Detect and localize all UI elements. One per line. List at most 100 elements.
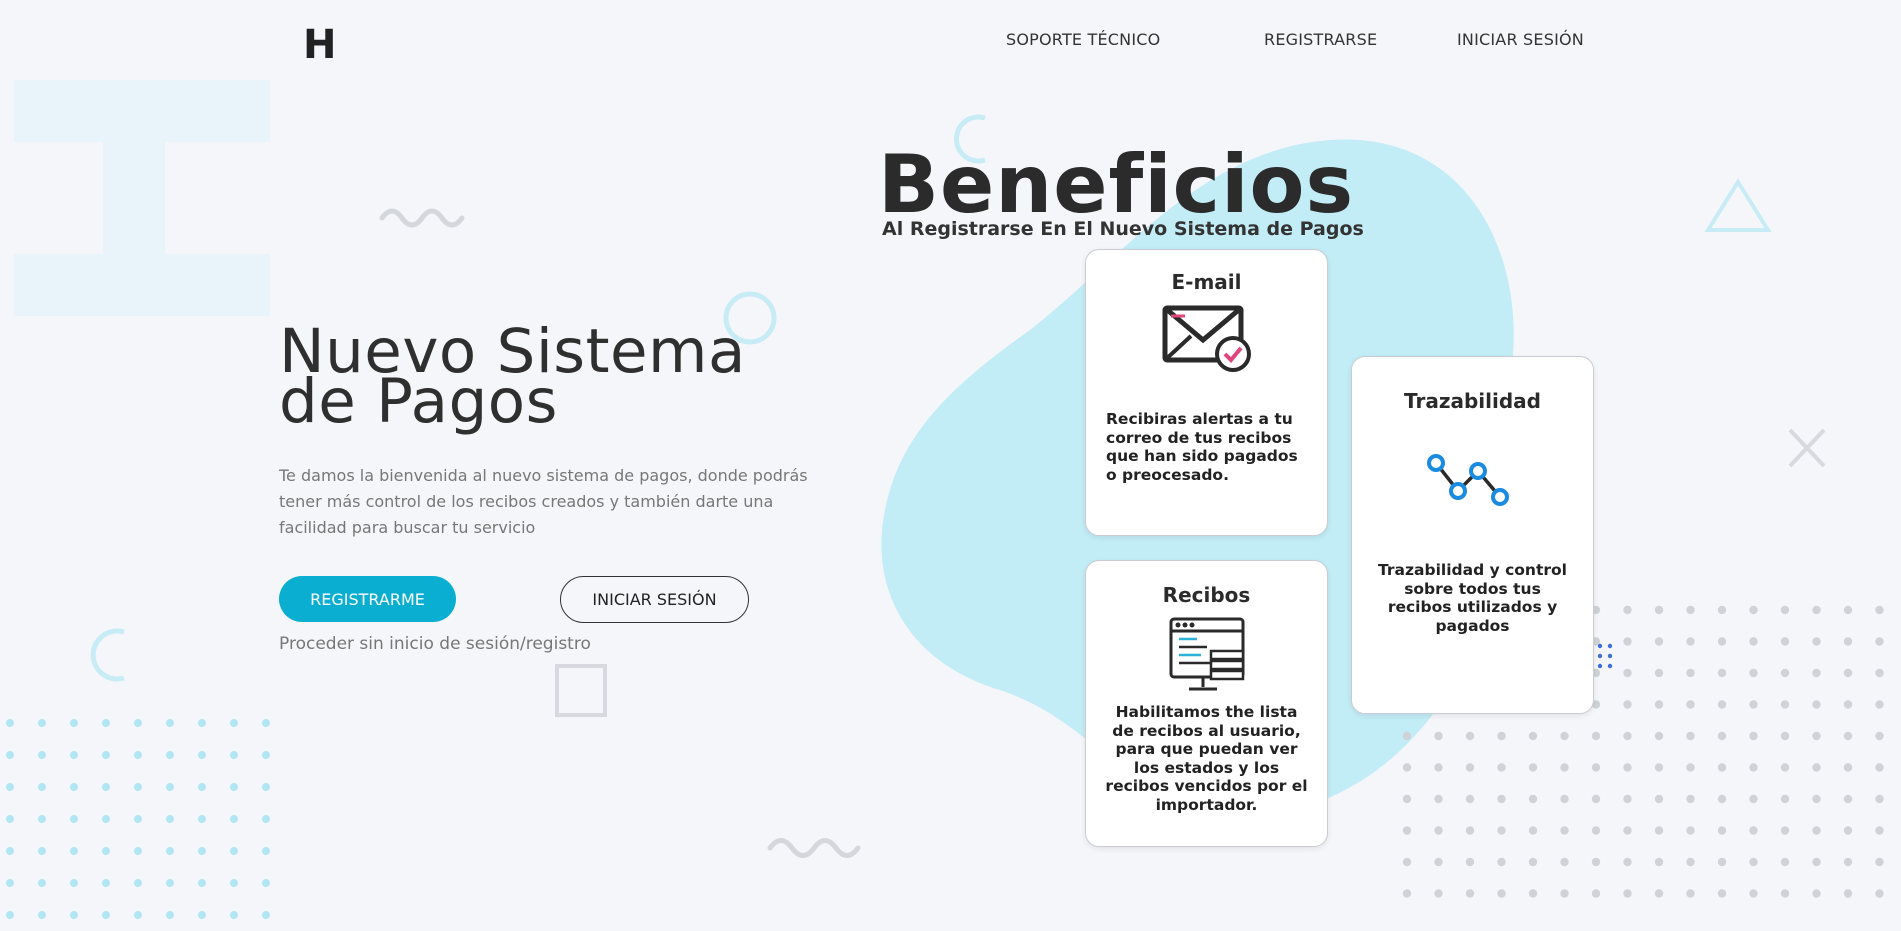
receipts-monitor-icon [1167, 617, 1247, 695]
decor-dot [198, 911, 206, 919]
register-button[interactable]: REGISTRARME [279, 576, 456, 622]
decor-dot [38, 751, 46, 759]
decor-dot [1717, 794, 1727, 804]
proceed-without-login-link[interactable]: Proceder sin inicio de sesión/registro [279, 634, 591, 654]
decor-dot [38, 847, 46, 855]
decor-dot [1749, 731, 1758, 741]
decor-dot [134, 911, 142, 919]
arc-shape [90, 628, 125, 682]
decor-dot [102, 815, 110, 823]
decor-dot [1875, 826, 1884, 835]
squiggle-shape [379, 208, 465, 228]
logo[interactable]: H [303, 22, 336, 68]
email-check-icon [1157, 302, 1257, 382]
decor-dot [1686, 731, 1695, 741]
decor-dot [1875, 637, 1884, 646]
decor-dot [1812, 889, 1821, 898]
decor-dot [1402, 763, 1412, 772]
decor-dot [1717, 668, 1727, 678]
decor-dot [1875, 700, 1884, 709]
decor-dot [6, 911, 14, 919]
x-shape [1788, 428, 1826, 468]
decor-dot [230, 847, 238, 855]
decor-dot [1780, 794, 1790, 804]
decor-dot [1402, 857, 1412, 867]
decor-dot [1717, 826, 1727, 835]
benefit-card-receipts: Recibos Habilitamos the lista de recibos… [1085, 560, 1328, 847]
decor-dot [230, 815, 238, 823]
decor-dot [134, 879, 142, 887]
decor-dot [1812, 731, 1821, 741]
decor-dot [1434, 826, 1443, 835]
decor-dot [1465, 731, 1475, 741]
decor-dot [1623, 826, 1632, 835]
decor-dot [1780, 605, 1790, 615]
decor-dot [262, 879, 270, 887]
decor-dot [1717, 700, 1727, 709]
decor-dot [70, 815, 78, 823]
decor-dot [1623, 700, 1632, 709]
decor-dot [1597, 663, 1603, 669]
decor-dot [1497, 826, 1506, 835]
decor-dot [166, 751, 174, 759]
decor-dot [1749, 889, 1758, 898]
decor-dot [1749, 700, 1758, 709]
decor-dot [1591, 731, 1601, 741]
decor-dot [38, 911, 46, 919]
decor-dot [70, 719, 78, 727]
decor-dot [262, 911, 270, 919]
decor-dot [1717, 605, 1727, 615]
decor-dot [1591, 794, 1601, 804]
decor-dot [1749, 857, 1758, 867]
decor-dot [1843, 700, 1853, 709]
decor-dot [1686, 857, 1695, 867]
decor-dot [198, 751, 206, 759]
decor-dot [1528, 794, 1538, 804]
decor-dot [1780, 637, 1790, 646]
nav-login-link[interactable]: INICIAR SESIÓN [1457, 30, 1584, 49]
decor-dot [1875, 763, 1884, 772]
decor-dot [1654, 857, 1664, 867]
decor-dot [1749, 763, 1758, 772]
decor-dot [1812, 826, 1821, 835]
decor-dot [1654, 731, 1664, 741]
decor-dot [1623, 731, 1632, 741]
decor-dot [1843, 857, 1853, 867]
decor-dot [102, 847, 110, 855]
decor-dot [1497, 794, 1506, 804]
card-text: Habilitamos the lista de recibos al usua… [1105, 703, 1308, 814]
decor-dot [166, 879, 174, 887]
decor-dot [70, 751, 78, 759]
decor-dot [1812, 794, 1821, 804]
decor-dot [1812, 637, 1821, 646]
decor-dot [1843, 826, 1853, 835]
decor-dot [230, 879, 238, 887]
decor-dot [1717, 637, 1727, 646]
decor-dot [1654, 637, 1664, 646]
decor-dot [1654, 700, 1664, 709]
decor-dot [1528, 857, 1538, 867]
decor-dot [1497, 889, 1506, 898]
nav-register-link[interactable]: REGISTRARSE [1264, 30, 1377, 49]
decor-dot [1623, 637, 1632, 646]
decor-dot [262, 847, 270, 855]
nav-support-link[interactable]: SOPORTE TÉCNICO [1006, 30, 1160, 49]
decor-dot [1812, 605, 1821, 615]
decor-dot [198, 719, 206, 727]
decor-dot [1686, 763, 1695, 772]
decor-dot [1497, 731, 1506, 741]
decor-dot [102, 911, 110, 919]
decor-dot [1560, 731, 1569, 741]
decor-dot [1780, 857, 1790, 867]
card-text: Recibiras alertas a tu correo de tus rec… [1106, 410, 1298, 484]
decor-dot [1686, 605, 1695, 615]
decor-dot [1686, 826, 1695, 835]
triangle-shape [1704, 178, 1772, 232]
decor-dot [38, 783, 46, 791]
login-button[interactable]: INICIAR SESIÓN [560, 576, 749, 623]
decor-dot [1780, 826, 1790, 835]
decor-dot [1560, 889, 1569, 898]
decor-dot [1434, 889, 1443, 898]
decor-dot [38, 719, 46, 727]
decor-dot [1654, 794, 1664, 804]
